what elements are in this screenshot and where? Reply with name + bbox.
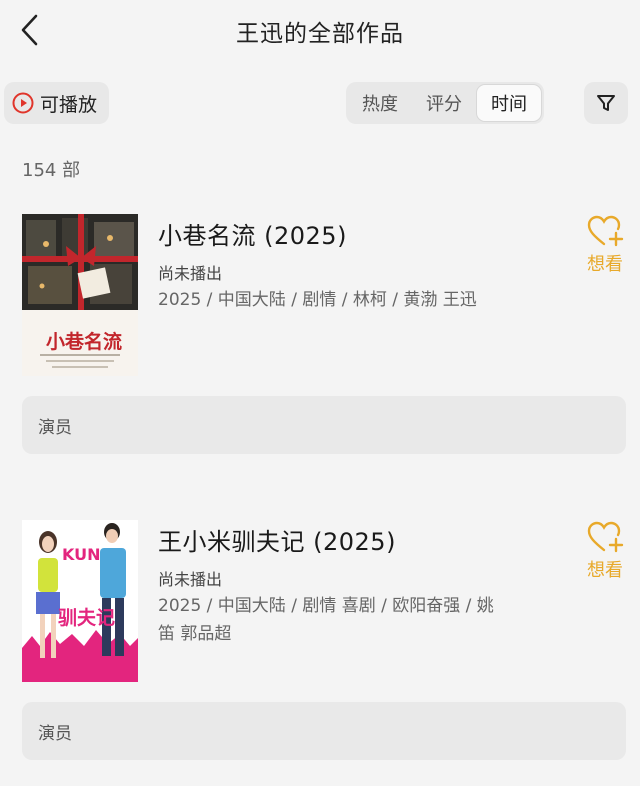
item-meta: 2025 / 中国大陆 / 剧情 / 林柯 / 黄渤 王迅 (158, 290, 477, 310)
sort-tab-rating[interactable]: 评分 (412, 84, 476, 122)
want-to-watch-button[interactable]: 想看 (580, 214, 630, 284)
item-title[interactable]: 王小米驯夫记 (2025) (158, 522, 396, 557)
cast-label: 演员 (38, 417, 72, 438)
page-title: 王迅的全部作品 (236, 21, 404, 47)
item-status: 尚未播出 (158, 570, 223, 589)
playable-filter-button[interactable]: 可播放 (4, 82, 110, 124)
list-item[interactable]: KUN 驯夫记 王小米驯夫记 (2025) 尚未播出 2025 / 中国大陆 /… (0, 520, 640, 786)
filter-icon (597, 95, 615, 111)
cast-label: 演员 (38, 723, 72, 744)
works-count: 154 部 (22, 160, 81, 181)
play-circle-icon (12, 92, 34, 114)
svg-text:KUN: KUN (62, 545, 101, 564)
item-status: 尚未播出 (158, 264, 223, 283)
item-title[interactable]: 小巷名流 (2025) (158, 216, 347, 251)
poster-image[interactable]: 小巷名流 (22, 214, 138, 376)
poster-title-text: 小巷名流 (46, 330, 122, 353)
cast-section[interactable]: 演员 (22, 702, 626, 760)
want-to-watch-label: 想看 (587, 560, 623, 581)
want-to-watch-button[interactable]: 想看 (580, 520, 630, 590)
filter-button[interactable] (584, 82, 628, 124)
item-meta: 2025 / 中国大陆 / 剧情 喜剧 / 欧阳奋强 / 姚笛 郭品超 (158, 596, 494, 644)
poster-image[interactable]: KUN 驯夫记 (22, 520, 138, 682)
poster-title-text: 驯夫记 (58, 607, 115, 629)
header: 王迅的全部作品 (0, 0, 640, 62)
heart-plus-icon (587, 215, 624, 247)
playable-label: 可播放 (40, 93, 98, 116)
toolbar: 可播放 热度 评分 时间 (0, 80, 640, 126)
want-to-watch-label: 想看 (587, 254, 623, 275)
heart-plus-icon (587, 521, 624, 553)
sort-tabs: 热度 评分 时间 (346, 82, 544, 124)
sort-tab-time[interactable]: 时间 (476, 84, 542, 122)
list-item[interactable]: 小巷名流 小巷名流 (2025) 尚未播出 2025 / 中国大陆 / 剧情 /… (0, 214, 640, 514)
sort-tab-hot[interactable]: 热度 (348, 84, 412, 122)
cast-section[interactable]: 演员 (22, 396, 626, 454)
